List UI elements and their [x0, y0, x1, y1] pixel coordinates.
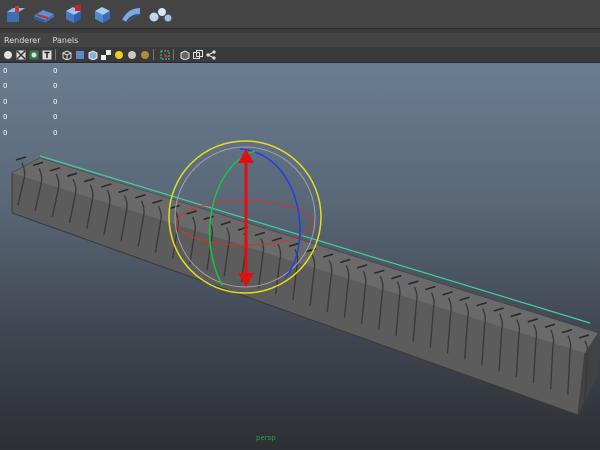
hud-row: 00	[3, 94, 57, 110]
share-graph-icon[interactable]	[205, 49, 216, 60]
hud-value: 0	[53, 82, 58, 91]
menu-renderer[interactable]: Renderer	[4, 36, 41, 45]
ambient-occlusion-icon[interactable]	[139, 49, 150, 60]
hud-value: 0	[53, 66, 58, 75]
blue-cube-icon[interactable]	[90, 2, 114, 26]
toolbar-separator	[153, 49, 154, 60]
text-icon[interactable]	[41, 49, 52, 60]
cube-stack-icon[interactable]	[3, 2, 27, 26]
perspective-viewport[interactable]: 00 00 00 00 00 persp	[0, 63, 600, 450]
lights-icon[interactable]	[113, 49, 124, 60]
hud-value: 0	[53, 128, 58, 137]
mesh-segment-cap	[15, 156, 27, 161]
hud-row: 00	[3, 110, 57, 126]
image-plane-icon[interactable]	[28, 49, 39, 60]
paint-effects-icon[interactable]	[32, 2, 56, 26]
panel-toolbar	[0, 47, 600, 63]
hud-value: 0	[3, 128, 8, 137]
hud-value: 0	[53, 97, 58, 106]
toolbar-separator	[55, 49, 56, 60]
xray-icon[interactable]	[15, 49, 26, 60]
hud-row: 00	[3, 125, 57, 141]
camera-cube-icon[interactable]	[179, 49, 190, 60]
wireframe-shaded-icon[interactable]	[87, 49, 98, 60]
menu-panels[interactable]: Panels	[53, 36, 79, 45]
wave-plane-icon[interactable]	[119, 2, 143, 26]
segmented-mesh[interactable]	[11, 155, 599, 416]
hud-value: 0	[3, 66, 8, 75]
spheres-icon[interactable]	[148, 2, 172, 26]
grid-dot-icon[interactable]	[2, 49, 13, 60]
hud-readout: 00 00 00 00 00	[3, 63, 57, 141]
hud-value: 0	[3, 97, 8, 106]
camera-name-label: persp	[256, 434, 276, 442]
hud-value: 0	[3, 82, 8, 91]
panel-menu-bar: Renderer Panels	[0, 33, 600, 47]
toolbar-separator	[173, 49, 174, 60]
isolate-select-icon[interactable]	[159, 49, 170, 60]
hud-value: 0	[53, 113, 58, 122]
red-cube-icon[interactable]	[61, 2, 85, 26]
hud-row: 00	[3, 79, 57, 95]
texture-checker-icon[interactable]	[100, 49, 111, 60]
hud-value: 0	[3, 113, 8, 122]
scene-canvas[interactable]	[0, 63, 600, 450]
shaded-cube-icon[interactable]	[74, 49, 85, 60]
shadows-icon[interactable]	[126, 49, 137, 60]
wireframe-cube-icon[interactable]	[61, 49, 72, 60]
hud-row: 00	[3, 63, 57, 79]
shelf-toolbar	[0, 0, 600, 29]
layout-icon[interactable]	[192, 49, 203, 60]
